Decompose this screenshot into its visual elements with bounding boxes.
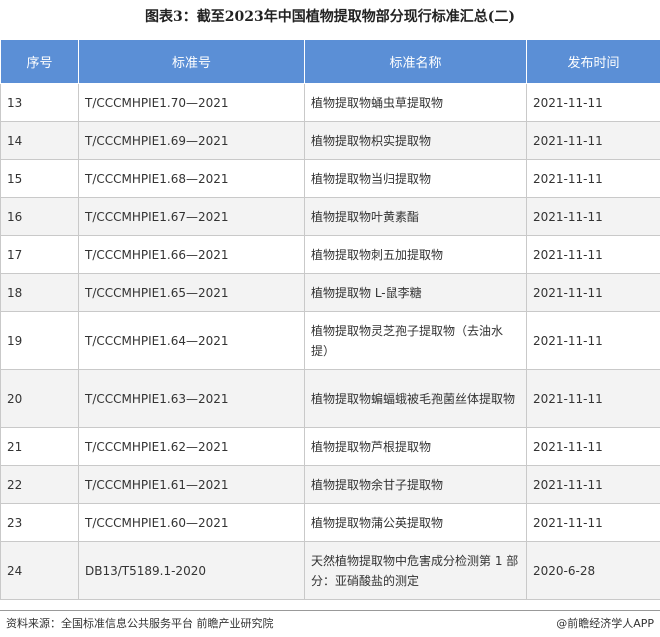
- table-row: 21 T/CCCMHPIE1.62—2021 植物提取物芦根提取物 2021-11-1…: [0, 427, 660, 466]
- standard-code-cell: T/CCCMHPIE1.67—2021: [78, 197, 305, 236]
- standard-code-cell: DB13/T5189.1-2020: [78, 541, 305, 600]
- standard-code-cell: T/CCCMHPIE1.66—2021: [78, 235, 305, 274]
- release-date-cell: 2021-11-11: [526, 197, 660, 236]
- release-date-cell: 2021-11-11: [526, 427, 660, 466]
- release-date-cell: 2021-11-11: [526, 159, 660, 198]
- footer: 资料来源：全国标准信息公共服务平台 前瞻产业研究院 @前瞻经济学人APP: [0, 610, 660, 633]
- header-release-date: 发布时间: [526, 39, 660, 84]
- standard-code-cell: T/CCCMHPIE1.60—2021: [78, 503, 305, 542]
- standard-code-cell: T/CCCMHPIE1.70—2021: [78, 83, 305, 122]
- table-row: 19 T/CCCMHPIE1.64—2021 植物提取物灵芝孢子提取物（去油水提） 2…: [0, 311, 660, 370]
- standard-name-cell: 植物提取物灵芝孢子提取物（去油水提）: [304, 311, 527, 370]
- serial-number-cell: 17: [0, 235, 79, 274]
- release-date-cell: 2021-11-11: [526, 503, 660, 542]
- standard-name-cell: 植物提取物刺五加提取物: [304, 235, 527, 274]
- release-date-cell: 2021-11-11: [526, 369, 660, 428]
- table-row: 17 T/CCCMHPIE1.66—2021 植物提取物刺五加提取物 2021-11-…: [0, 235, 660, 274]
- standard-name-cell: 植物提取物余甘子提取物: [304, 465, 527, 504]
- serial-number-cell: 18: [0, 273, 79, 312]
- table-row: 16 T/CCCMHPIE1.67—2021 植物提取物叶黄素酯 2021-11-11: [0, 197, 660, 236]
- brand-credit: @前瞻经济学人APP: [556, 617, 654, 630]
- serial-number-cell: 22: [0, 465, 79, 504]
- standard-code-cell: T/CCCMHPIE1.61—2021: [78, 465, 305, 504]
- serial-number-cell: 21: [0, 427, 79, 466]
- standard-code-cell: T/CCCMHPIE1.64—2021: [78, 311, 305, 370]
- standard-code-cell: T/CCCMHPIE1.62—2021: [78, 427, 305, 466]
- release-date-cell: 2021-11-11: [526, 121, 660, 160]
- standard-code-cell: T/CCCMHPIE1.69—2021: [78, 121, 305, 160]
- standard-name-cell: 植物提取物当归提取物: [304, 159, 527, 198]
- serial-number-cell: 14: [0, 121, 79, 160]
- standard-name-cell: 植物提取物蒲公英提取物: [304, 503, 527, 542]
- standard-name-cell: 植物提取物叶黄素酯: [304, 197, 527, 236]
- standard-code-cell: T/CCCMHPIE1.65—2021: [78, 273, 305, 312]
- serial-number-cell: 15: [0, 159, 79, 198]
- table-row: 20 T/CCCMHPIE1.63—2021 植物提取物蝙蝠蛾被毛孢菌丝体提取物 20…: [0, 369, 660, 428]
- table-row: 22 T/CCCMHPIE1.61—2021 植物提取物余甘子提取物 2021-11-…: [0, 465, 660, 504]
- table-row: 13 T/CCCMHPIE1.70—2021 植物提取物蛹虫草提取物 2021-11-…: [0, 83, 660, 122]
- serial-number-cell: 20: [0, 369, 79, 428]
- standard-code-cell: T/CCCMHPIE1.63—2021: [78, 369, 305, 428]
- table-row: 14 T/CCCMHPIE1.69—2021 植物提取物枳实提取物 2021-11-1…: [0, 121, 660, 160]
- standard-name-cell: 天然植物提取物中危害成分检测第 1 部分：亚硝酸盐的测定: [304, 541, 527, 600]
- table-row: 24 DB13/T5189.1-2020 天然植物提取物中危害成分检测第 1 部分：…: [0, 541, 660, 600]
- standard-name-cell: 植物提取物蛹虫草提取物: [304, 83, 527, 122]
- header-standard-name: 标准名称: [304, 39, 527, 84]
- table-row: 15 T/CCCMHPIE1.68—2021 植物提取物当归提取物 2021-11-1…: [0, 159, 660, 198]
- standard-code-cell: T/CCCMHPIE1.68—2021: [78, 159, 305, 198]
- serial-number-cell: 16: [0, 197, 79, 236]
- serial-number-cell: 19: [0, 311, 79, 370]
- serial-number-cell: 24: [0, 541, 79, 600]
- standard-name-cell: 植物提取物蝙蝠蛾被毛孢菌丝体提取物: [304, 369, 527, 428]
- serial-number-cell: 23: [0, 503, 79, 542]
- serial-number-cell: 13: [0, 83, 79, 122]
- standards-table: 序号 标准号 标准名称 发布时间 13 T/CCCMHPIE1.70—2021 植物…: [0, 39, 660, 600]
- release-date-cell: 2021-11-11: [526, 311, 660, 370]
- table-header-row: 序号 标准号 标准名称 发布时间: [0, 39, 660, 84]
- table-row: 23 T/CCCMHPIE1.60—2021 植物提取物蒲公英提取物 2021-11-…: [0, 503, 660, 542]
- standard-name-cell: 植物提取物 L-鼠李糖: [304, 273, 527, 312]
- standard-name-cell: 植物提取物枳实提取物: [304, 121, 527, 160]
- header-standard-code: 标准号: [78, 39, 305, 84]
- table-row: 18 T/CCCMHPIE1.65—2021 植物提取物 L-鼠李糖 2021-11-…: [0, 273, 660, 312]
- release-date-cell: 2021-11-11: [526, 83, 660, 122]
- release-date-cell: 2021-11-11: [526, 465, 660, 504]
- header-serial-number: 序号: [0, 39, 79, 84]
- release-date-cell: 2021-11-11: [526, 273, 660, 312]
- page-title: 图表3：截至2023年中国植物提取物部分现行标准汇总(二): [145, 9, 515, 25]
- standard-name-cell: 植物提取物芦根提取物: [304, 427, 527, 466]
- release-date-cell: 2021-11-11: [526, 235, 660, 274]
- release-date-cell: 2020-6-28: [526, 541, 660, 600]
- source-note: 资料来源：全国标准信息公共服务平台 前瞻产业研究院: [6, 617, 274, 630]
